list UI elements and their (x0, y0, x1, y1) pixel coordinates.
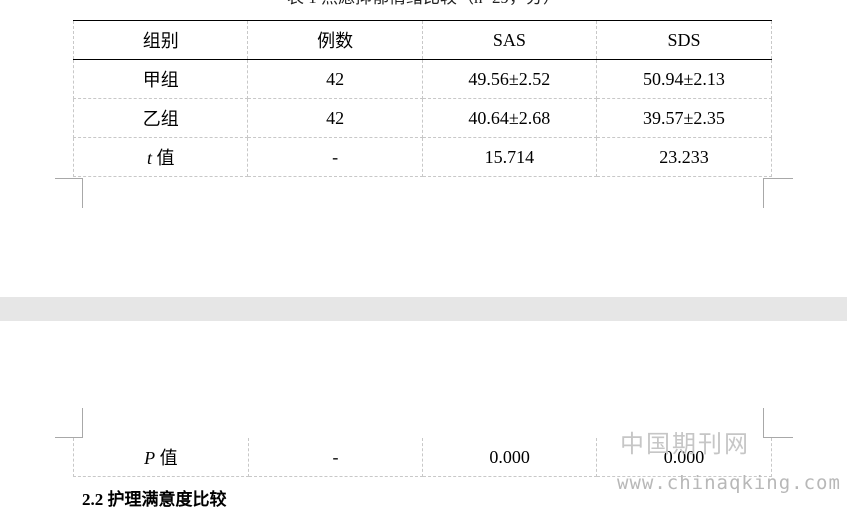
table-cell: 15.714 (421, 137, 597, 177)
header-cell-count: 例数 (247, 20, 423, 60)
header-cell-group: 组别 (72, 20, 249, 60)
crop-mark (763, 178, 764, 208)
table-cell: 23.233 (595, 137, 773, 177)
t-label-text: 值 (151, 148, 175, 168)
table-cell: 50.94±2.13 (595, 59, 773, 99)
table-cell: 42 (247, 59, 423, 99)
table-cell-p-label: P 值 (73, 438, 249, 477)
table-cell: 甲组 (72, 59, 249, 99)
crop-mark (82, 408, 83, 438)
table-cell: 42 (247, 98, 423, 138)
crop-mark (763, 408, 764, 438)
table-cell: - (247, 438, 424, 477)
crop-mark (55, 178, 83, 179)
document-page-top: 表 1 焦虑抑郁情绪比较（n=29，分） 组别 例数 SAS SDS 甲组 42… (0, 0, 847, 297)
table-header-row: 组别 例数 SAS SDS (72, 20, 773, 60)
crop-mark (763, 178, 793, 179)
table-cell: - (247, 137, 423, 177)
p-variable: P (144, 448, 156, 468)
page-separator (0, 297, 847, 321)
watermark-url: www.chinaqking.com (617, 472, 841, 494)
section-heading: 2.2 护理满意度比较 (82, 490, 227, 509)
table-caption: 表 1 焦虑抑郁情绪比较（n=29，分） (0, 0, 847, 8)
p-label-text: 值 (155, 448, 178, 468)
header-cell-sas: SAS (421, 20, 597, 60)
watermark-name: 中国期刊网 (620, 430, 750, 458)
table-row: 甲组 42 49.56±2.52 50.94±2.13 (72, 59, 773, 99)
table-cell: 乙组 (72, 98, 249, 138)
table-cell-t-label: t 值 (72, 137, 249, 177)
table-cell: 49.56±2.52 (421, 59, 597, 99)
table-cell: 40.64±2.68 (421, 98, 597, 138)
table-cell: 0.000 (422, 438, 598, 477)
table-row: t 值 - 15.714 23.233 (72, 137, 773, 177)
header-cell-sds: SDS (595, 20, 773, 60)
table-row: 乙组 42 40.64±2.68 39.57±2.35 (72, 98, 773, 138)
crop-mark (82, 178, 83, 208)
data-table: 组别 例数 SAS SDS 甲组 42 49.56±2.52 50.94±2.1… (72, 20, 773, 177)
table-cell: 39.57±2.35 (595, 98, 773, 138)
